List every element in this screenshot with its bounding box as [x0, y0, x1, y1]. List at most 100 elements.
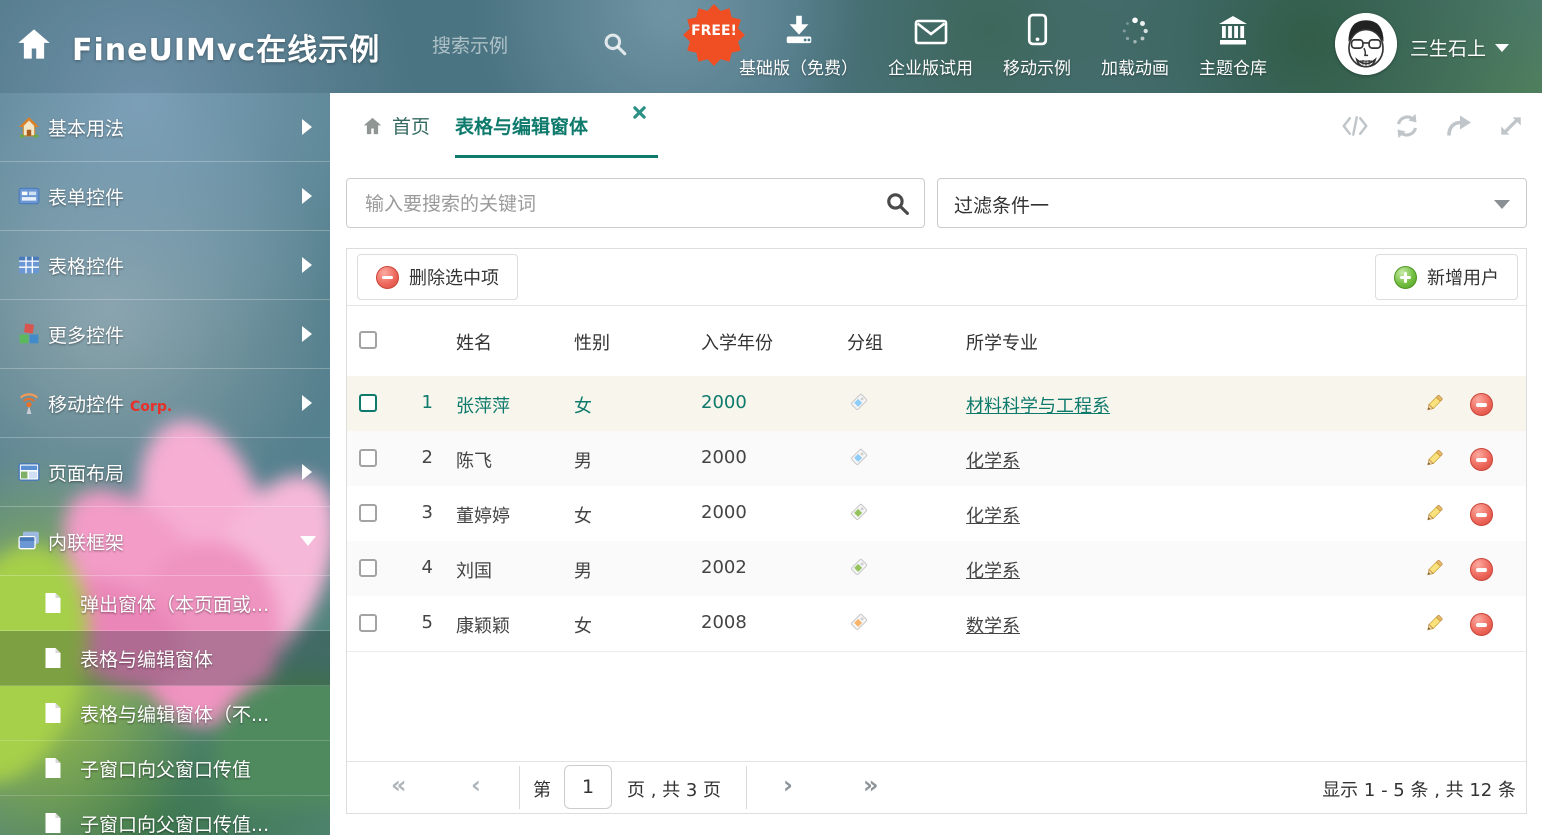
- row-checkbox[interactable]: [359, 504, 377, 522]
- nav-theme-store[interactable]: 主题仓库: [1184, 12, 1282, 79]
- form-icon: [18, 185, 40, 207]
- user-menu[interactable]: 三生石上: [1410, 34, 1509, 61]
- filter-selected-value: 过滤条件一: [954, 191, 1049, 218]
- refresh-icon[interactable]: [1394, 113, 1420, 139]
- chevron-down-icon: [300, 536, 316, 546]
- minus-circle-icon: [376, 266, 399, 289]
- nav-mobile-demo[interactable]: 移动示例: [988, 12, 1086, 79]
- sidebar-item-basic-usage[interactable]: 基本用法: [0, 93, 330, 162]
- table-header: 姓名 性别 入学年份 分组 所学专业: [347, 305, 1526, 377]
- source-code-icon[interactable]: [1342, 113, 1368, 139]
- sidebar-subitem-child-to-parent[interactable]: 子窗口向父窗口传值: [0, 741, 330, 796]
- cell-gender: 男: [574, 447, 592, 473]
- row-checkbox[interactable]: [359, 614, 377, 632]
- page-content: 过滤条件一 删除选中项 新增用户 姓名 性别: [330, 158, 1542, 835]
- app-window: FineUIMvc在线示例 FREE! 基础版（免费） 企: [0, 0, 1542, 835]
- edit-pencil-icon[interactable]: [1424, 613, 1444, 633]
- column-header-group[interactable]: 分组: [847, 329, 883, 355]
- cell-major-link[interactable]: 化学系: [966, 557, 1020, 583]
- delete-row-icon[interactable]: [1470, 393, 1493, 416]
- prev-page-button[interactable]: ‹: [471, 773, 481, 797]
- sidebar-item-mobile-controls[interactable]: 移动控件Corp.: [0, 369, 330, 438]
- row-checkbox[interactable]: [359, 449, 377, 467]
- delete-row-icon[interactable]: [1470, 448, 1493, 471]
- sidebar-subitem-label: 子窗口向父窗口传值...: [80, 810, 269, 835]
- cell-major-link[interactable]: 材料科学与工程系: [966, 392, 1110, 418]
- row-checkbox[interactable]: [359, 394, 377, 412]
- sidebar-item-more-controls[interactable]: 更多控件: [0, 300, 330, 369]
- sidebar: 基本用法 表单控件 表格控件: [0, 93, 330, 835]
- corp-badge: Corp.: [130, 399, 172, 415]
- free-badge: FREE!: [682, 3, 746, 67]
- tab-grid-edit-window[interactable]: 表格与编辑窗体: [455, 93, 588, 158]
- cubes-icon: [18, 323, 40, 345]
- next-page-button[interactable]: ›: [783, 773, 793, 797]
- edit-pencil-icon[interactable]: [1424, 448, 1444, 468]
- last-page-button[interactable]: »: [863, 773, 879, 797]
- delete-row-icon[interactable]: [1470, 503, 1493, 526]
- header-nav: 基础版（免费） 企业版试用 移动示例: [724, 12, 1282, 79]
- maximize-icon[interactable]: [1498, 113, 1524, 139]
- sidebar-item-label: 更多控件: [48, 321, 124, 348]
- table-row[interactable]: 4 刘国 男 2002 化学系: [347, 541, 1526, 597]
- cell-major-link[interactable]: 化学系: [966, 502, 1020, 528]
- sidebar-subitem-child-to-parent-2[interactable]: 子窗口向父窗口传值...: [0, 796, 330, 835]
- header-search-input[interactable]: [430, 28, 592, 64]
- search-icon[interactable]: [602, 31, 628, 57]
- sidebar-subitem-grid-edit-window-2[interactable]: 表格与编辑窗体（不...: [0, 686, 330, 741]
- avatar[interactable]: [1335, 13, 1397, 75]
- table-row[interactable]: 1 张萍萍 女 2000 材料科学与工程系: [347, 376, 1526, 432]
- tab-home[interactable]: 首页: [362, 93, 430, 158]
- cell-major-link[interactable]: 化学系: [966, 447, 1020, 473]
- header: FineUIMvc在线示例 FREE! 基础版（免费） 企: [0, 0, 1542, 93]
- sidebar-subitem-label: 弹出窗体（本页面或...: [80, 590, 269, 617]
- edit-pencil-icon[interactable]: [1424, 393, 1444, 413]
- table-row[interactable]: 5 康颖颖 女 2008 数学系: [347, 596, 1526, 652]
- nav-label: 加载动画: [1101, 54, 1169, 79]
- delete-selected-button[interactable]: 删除选中项: [357, 254, 518, 300]
- table-row[interactable]: 2 陈飞 男 2000 化学系: [347, 431, 1526, 487]
- sidebar-subitem-popup-window[interactable]: 弹出窗体（本页面或...: [0, 576, 330, 631]
- filter-dropdown[interactable]: 过滤条件一: [937, 178, 1527, 228]
- nav-label: 移动示例: [1003, 54, 1071, 79]
- edit-pencil-icon[interactable]: [1424, 503, 1444, 523]
- column-header-gender[interactable]: 性别: [574, 329, 610, 355]
- first-page-button[interactable]: «: [391, 773, 407, 797]
- cell-major-link[interactable]: 数学系: [966, 612, 1020, 638]
- layout-icon: [18, 461, 40, 483]
- sidebar-item-page-layout[interactable]: 页面布局: [0, 438, 330, 507]
- delete-row-icon[interactable]: [1470, 558, 1493, 581]
- search-icon[interactable]: [885, 191, 910, 216]
- page-number-input[interactable]: [564, 765, 612, 809]
- table-row[interactable]: 3 董婷婷 女 2000 化学系: [347, 486, 1526, 542]
- nav-basic-free[interactable]: 基础版（免费）: [724, 12, 873, 79]
- edit-pencil-icon[interactable]: [1424, 558, 1444, 578]
- open-new-window-icon[interactable]: [1446, 113, 1472, 139]
- tag-icon: [847, 447, 869, 469]
- file-icon: [44, 592, 62, 614]
- nav-enterprise-trial[interactable]: 企业版试用: [873, 12, 988, 79]
- page-toolbar: [1342, 93, 1524, 158]
- sidebar-item-grid-controls[interactable]: 表格控件: [0, 231, 330, 300]
- column-header-name[interactable]: 姓名: [456, 329, 492, 355]
- nav-loading-animation[interactable]: 加载动画: [1086, 12, 1184, 79]
- cell-name: 康颖颖: [456, 612, 510, 638]
- column-header-major[interactable]: 所学专业: [966, 329, 1038, 355]
- page-label-after: 页 , 共 3 页: [627, 776, 721, 802]
- sidebar-subitem-grid-edit-window[interactable]: 表格与编辑窗体: [0, 631, 330, 686]
- delete-row-icon[interactable]: [1470, 613, 1493, 636]
- cell-year: 2000: [701, 502, 747, 523]
- select-all-checkbox[interactable]: [359, 331, 377, 349]
- sidebar-item-label: 表格控件: [48, 252, 124, 279]
- row-checkbox[interactable]: [359, 559, 377, 577]
- column-header-year[interactable]: 入学年份: [701, 329, 773, 355]
- add-user-button[interactable]: 新增用户: [1375, 254, 1518, 300]
- sidebar-item-iframe[interactable]: 内联框架: [0, 507, 330, 576]
- tag-icon: [847, 557, 869, 579]
- home-icon[interactable]: [16, 26, 52, 62]
- close-icon[interactable]: [633, 106, 646, 119]
- sidebar-item-form-controls[interactable]: 表单控件: [0, 162, 330, 231]
- sidebar-item-label: 移动控件Corp.: [48, 390, 172, 417]
- keyword-search-input[interactable]: [363, 183, 877, 225]
- chevron-down-icon: [1495, 44, 1509, 52]
